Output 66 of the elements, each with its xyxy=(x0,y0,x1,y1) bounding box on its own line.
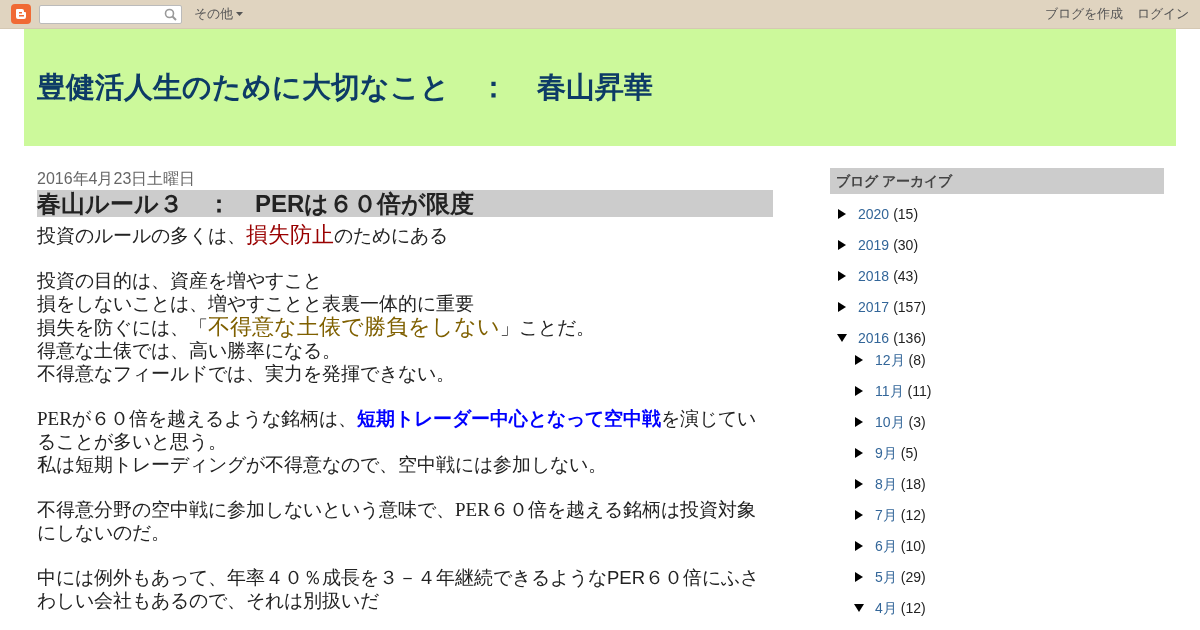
expand-toggle-icon[interactable] xyxy=(854,479,864,489)
archive-link[interactable]: 7月 xyxy=(875,504,897,526)
post-text: 損をしないことは、増やすことと表裏一体的に重要 xyxy=(37,292,475,315)
post-count: (43) xyxy=(893,266,919,286)
more-menu[interactable]: その他 xyxy=(194,4,243,24)
post-count: (15) xyxy=(893,204,919,224)
navbar-link[interactable]: ブログを作成 xyxy=(1045,4,1123,24)
archive-link[interactable]: 2020 xyxy=(858,203,890,225)
post-text: 私は短期トレーディングが不得意なので、空中戦には参加しない。 xyxy=(37,453,608,476)
expand-toggle-icon[interactable] xyxy=(854,541,864,551)
archive-link[interactable]: 10月 xyxy=(875,411,905,433)
search-icon[interactable] xyxy=(164,7,177,21)
post-count: (10) xyxy=(900,536,926,556)
search-field[interactable] xyxy=(39,4,182,24)
post-text: 損失を防ぐには、「不得意な土俵で勝負をしない」ことだ。 xyxy=(37,315,596,339)
post-text: 不得意なフィールドでは、実力を発揮できない。 xyxy=(37,362,456,385)
post-text: 得意な土俵では、高い勝率になる。 xyxy=(37,339,342,362)
highlighted-phrase: 不得意な土俵で勝負をしない xyxy=(208,314,500,339)
post-date: 2016年4月23日土曜日 xyxy=(37,169,197,189)
archive-link[interactable]: 2019 xyxy=(858,234,890,256)
post-count: (12) xyxy=(900,598,926,618)
expand-toggle-icon[interactable] xyxy=(854,572,864,582)
post-count: (18) xyxy=(900,474,926,494)
archive-link[interactable]: 5月 xyxy=(875,566,897,588)
highlighted-phrase: 損失防止 xyxy=(246,222,334,247)
post-count: (136) xyxy=(893,328,926,348)
post-text: 中には例外もあって、年率４０％成長を３－４年継続できるようなPER６０倍にふさわしい会社もあるので、それは別扱いだ xyxy=(37,566,761,612)
archive-link[interactable]: 9月 xyxy=(875,442,897,464)
post-text: 投資のルールの多くは、損失防止のためにある xyxy=(37,223,449,247)
caret-icon xyxy=(236,12,243,16)
blog-title[interactable]: 豊健活人生のために大切なこと ： 春山昇華 xyxy=(37,65,653,110)
collapse-toggle-icon[interactable] xyxy=(837,333,847,343)
expand-toggle-icon[interactable] xyxy=(837,209,847,219)
archive-link[interactable]: 2016 xyxy=(858,327,890,349)
expand-toggle-icon[interactable] xyxy=(837,302,847,312)
post-text: PERが６０倍を越えるような銘柄は、短期トレーダー中心となって空中戦を演じていることが多いと思う。 xyxy=(37,407,757,453)
sidebar-heading: ブログ アーカイブ xyxy=(830,168,1164,194)
archive-link[interactable]: 12月 xyxy=(875,349,905,371)
expand-toggle-icon[interactable] xyxy=(837,240,847,250)
expand-toggle-icon[interactable] xyxy=(854,448,864,458)
expand-toggle-icon[interactable] xyxy=(837,271,847,281)
post-text: 不得意分野の空中戦に参加しないという意味で、PER６０倍を越える銘柄は投資対象にしないのだ。 xyxy=(37,498,757,544)
archive-link[interactable]: 11月 xyxy=(875,380,904,402)
post-link[interactable]: 短期トレーダー中心となって空中戦 xyxy=(356,408,661,429)
post-count: (29) xyxy=(900,567,926,587)
collapse-toggle-icon[interactable] xyxy=(854,603,864,613)
archive-link[interactable]: 2017 xyxy=(858,296,890,318)
expand-toggle-icon[interactable] xyxy=(854,510,864,520)
archive-link[interactable]: 8月 xyxy=(875,473,897,495)
expand-toggle-icon[interactable] xyxy=(854,355,864,365)
archive-link[interactable]: 6月 xyxy=(875,535,897,557)
expand-toggle-icon[interactable] xyxy=(854,386,864,396)
blog-logo-icon[interactable] xyxy=(11,4,31,24)
post-count: (157) xyxy=(893,297,926,317)
post-count: (12) xyxy=(900,505,926,525)
post-count: (30) xyxy=(893,235,919,255)
post-title: 春山ルール３ ： PERは６０倍が限度 xyxy=(37,190,773,217)
post-count: (11) xyxy=(907,381,932,401)
navbar-link[interactable]: ログイン xyxy=(1137,4,1189,24)
archive-link[interactable]: 4月 xyxy=(875,597,897,619)
expand-toggle-icon[interactable] xyxy=(854,417,864,427)
archive-link[interactable]: 2018 xyxy=(858,265,890,287)
post-count: (8) xyxy=(908,350,926,370)
post-text: 投資の目的は、資産を増やすこと xyxy=(37,269,323,292)
post-count: (5) xyxy=(900,443,918,463)
post-count: (3) xyxy=(908,412,926,432)
